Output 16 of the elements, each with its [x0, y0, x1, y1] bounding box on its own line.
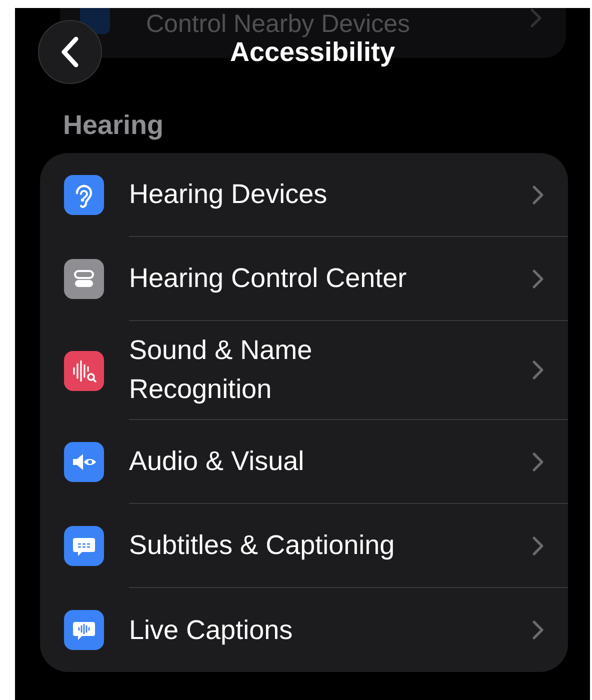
chevron-icon: [532, 268, 544, 288]
row-label: Control Nearby Devices: [146, 10, 411, 39]
chevron-left-icon: [60, 36, 80, 68]
chevron-icon: [532, 536, 544, 556]
settings-item[interactable]: Hearing Control Center: [129, 249, 407, 308]
chevron-icon: [532, 184, 544, 204]
settings-item[interactable]: Hearing Devices: [129, 165, 328, 224]
section-header: Hearing: [63, 110, 165, 141]
settings-item[interactable]: Audio & Visual: [129, 432, 304, 491]
chevron-icon: [532, 360, 544, 380]
chevron-icon: [532, 620, 544, 640]
settings-item[interactable]: Sound & Name Recognition: [129, 321, 429, 419]
settings-item[interactable]: Subtitles & Captioning: [129, 516, 395, 575]
chevron-icon: [530, 8, 542, 28]
chevron-icon: [532, 452, 544, 472]
settings-item[interactable]: Live Captions: [129, 600, 293, 660]
